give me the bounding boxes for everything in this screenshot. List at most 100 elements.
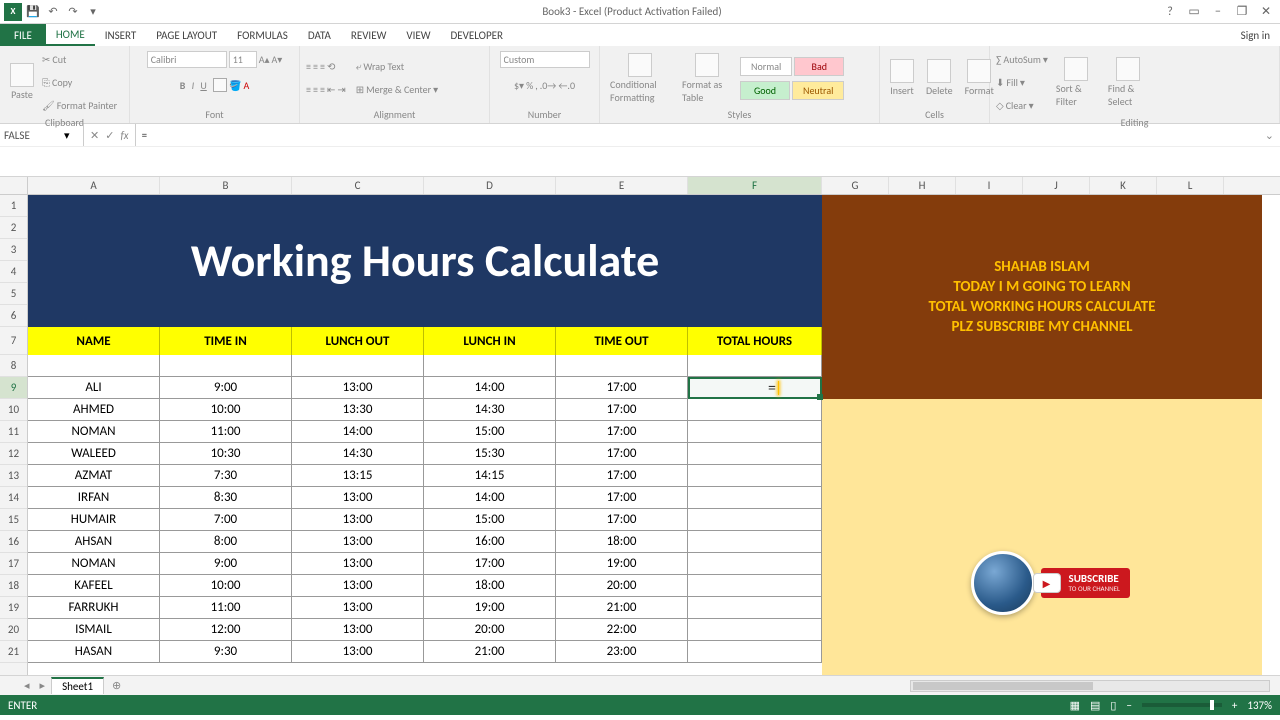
cell[interactable]: 8:00 [160, 531, 292, 553]
sheet-nav-prev-icon[interactable]: ◂ [20, 679, 34, 692]
cut-button[interactable]: ✂ Cut [42, 48, 117, 70]
cell[interactable]: 9:00 [160, 553, 292, 575]
cell[interactable]: ISMAIL [28, 619, 160, 641]
sheet-tab-sheet1[interactable]: Sheet1 [51, 677, 104, 694]
table-row[interactable]: NOMAN9:0013:0017:0019:00 [28, 553, 822, 575]
cell[interactable]: 11:00 [160, 421, 292, 443]
underline-button[interactable]: U [200, 79, 206, 92]
cell[interactable]: 11:00 [160, 597, 292, 619]
restore-icon[interactable]: ❐ [1234, 4, 1250, 20]
table-row[interactable]: ISMAIL12:0013:0020:0022:00 [28, 619, 822, 641]
cells-container[interactable]: Working Hours Calculate NAME TIME IN LUN… [28, 195, 1280, 675]
paste-button[interactable]: Paste [6, 63, 38, 101]
cell-total-hours[interactable] [688, 553, 822, 575]
percent-format-icon[interactable]: % [526, 79, 533, 92]
cell[interactable]: 17:00 [556, 509, 688, 531]
align-center-icon[interactable]: ≡ [313, 83, 318, 96]
cell-total-hours[interactable] [688, 421, 822, 443]
align-left-icon[interactable]: ≡ [306, 83, 311, 96]
row-header-1[interactable]: 1 [0, 195, 27, 217]
col-header-H[interactable]: H [889, 177, 956, 194]
cell[interactable]: KAFEEL [28, 575, 160, 597]
cell-total-hours[interactable] [688, 641, 822, 663]
zoom-level[interactable]: 137% [1247, 699, 1272, 712]
qat-customize-icon[interactable]: ▾ [84, 3, 102, 21]
view-page-layout-icon[interactable]: ▤ [1090, 699, 1100, 712]
cell[interactable]: 17:00 [556, 421, 688, 443]
format-painter-button[interactable]: 🖌 Format Painter [42, 94, 117, 116]
comma-format-icon[interactable]: , [535, 79, 538, 92]
table-row[interactable]: AHSAN8:0013:0016:0018:00 [28, 531, 822, 553]
cell[interactable]: 14:00 [292, 421, 424, 443]
col-header-J[interactable]: J [1023, 177, 1090, 194]
redo-icon[interactable]: ↷ [64, 3, 82, 21]
cell[interactable]: 15:00 [424, 421, 556, 443]
style-bad[interactable]: Bad [794, 57, 844, 76]
cell[interactable]: 14:30 [292, 443, 424, 465]
col-header-B[interactable]: B [160, 177, 292, 194]
add-sheet-button[interactable]: ⊕ [106, 679, 127, 692]
cell[interactable]: 14:00 [424, 487, 556, 509]
increase-font-icon[interactable]: A▴ [259, 53, 270, 66]
delete-cells-button[interactable]: Delete [922, 59, 957, 97]
table-row[interactable]: WALEED10:3014:3015:3017:00 [28, 443, 822, 465]
row-header-18[interactable]: 18 [0, 575, 27, 597]
cell[interactable]: 13:00 [292, 531, 424, 553]
view-page-break-icon[interactable]: ▯ [1110, 699, 1116, 712]
style-normal[interactable]: Normal [740, 57, 792, 76]
table-row[interactable]: HASAN9:3013:0021:0023:00 [28, 641, 822, 663]
name-box-input[interactable] [4, 129, 64, 142]
cell[interactable]: AZMAT [28, 465, 160, 487]
align-bottom-icon[interactable]: ≡ [320, 60, 325, 73]
zoom-out-icon[interactable]: − [1126, 699, 1131, 712]
col-header-A[interactable]: A [28, 177, 160, 194]
cell-total-hours[interactable] [688, 619, 822, 641]
cell[interactable]: 10:00 [160, 399, 292, 421]
cell[interactable]: HUMAIR [28, 509, 160, 531]
increase-decimal-icon[interactable]: .0→ [540, 79, 557, 92]
copy-button[interactable]: ⎘ Copy [42, 71, 117, 93]
cell[interactable]: 13:30 [292, 399, 424, 421]
cell[interactable]: 17:00 [424, 553, 556, 575]
cell[interactable]: 7:30 [160, 465, 292, 487]
cell[interactable]: 10:30 [160, 443, 292, 465]
row-header-19[interactable]: 19 [0, 597, 27, 619]
tab-file[interactable]: FILE [0, 24, 46, 46]
cell-total-hours[interactable] [688, 531, 822, 553]
row-header-6[interactable]: 6 [0, 305, 27, 327]
cell[interactable]: 19:00 [556, 553, 688, 575]
sheet-nav-next-icon[interactable]: ▸ [36, 679, 50, 692]
border-button[interactable] [213, 78, 227, 92]
tab-page-layout[interactable]: PAGE LAYOUT [146, 24, 227, 46]
active-cell-editor[interactable]: = [688, 377, 822, 399]
name-box[interactable]: ▾ [0, 124, 84, 146]
cell[interactable]: 20:00 [556, 575, 688, 597]
col-header-K[interactable]: K [1090, 177, 1157, 194]
cell[interactable]: 13:00 [292, 575, 424, 597]
sign-in-link[interactable]: Sign in [1231, 24, 1280, 46]
style-neutral[interactable]: Neutral [792, 81, 844, 100]
clear-button[interactable]: ◇ Clear ▾ [996, 94, 1048, 116]
cell[interactable]: 13:00 [292, 619, 424, 641]
cell[interactable]: AHMED [28, 399, 160, 421]
style-good[interactable]: Good [740, 81, 790, 100]
cell[interactable]: 17:00 [556, 377, 688, 399]
cell[interactable]: 17:00 [556, 487, 688, 509]
undo-icon[interactable]: ↶ [44, 3, 62, 21]
horizontal-scrollbar[interactable] [129, 680, 1280, 692]
table-row[interactable]: AZMAT7:3013:1514:1517:00 [28, 465, 822, 487]
insert-cells-button[interactable]: Insert [886, 59, 918, 97]
cell[interactable]: NOMAN [28, 421, 160, 443]
cell[interactable]: 17:00 [556, 399, 688, 421]
cell[interactable]: 21:00 [424, 641, 556, 663]
table-row[interactable]: FARRUKH11:0013:0019:0021:00 [28, 597, 822, 619]
cell[interactable]: 12:00 [160, 619, 292, 641]
expand-formula-bar-icon[interactable]: ⌄ [1259, 129, 1280, 142]
fill-color-button[interactable]: 🪣 [229, 79, 241, 92]
cell[interactable]: AHSAN [28, 531, 160, 553]
table-row[interactable]: AHMED10:0013:3014:3017:00 [28, 399, 822, 421]
row-header-10[interactable]: 10 [0, 399, 27, 421]
save-icon[interactable]: 💾 [24, 3, 42, 21]
font-color-button[interactable]: A [244, 79, 250, 92]
row-header-2[interactable]: 2 [0, 217, 27, 239]
